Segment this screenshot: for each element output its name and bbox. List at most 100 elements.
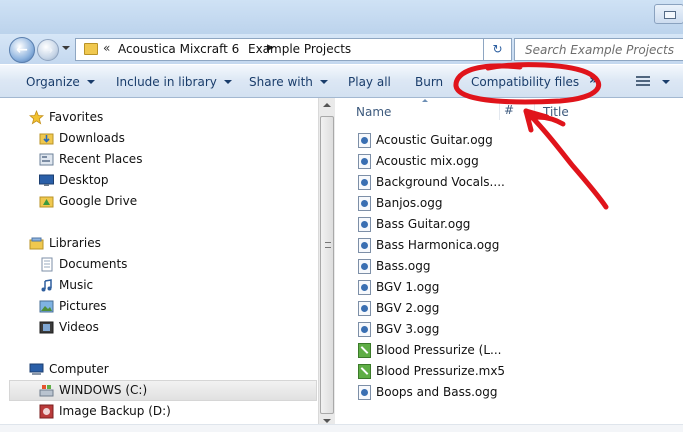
more-commands-button[interactable]: » xyxy=(589,72,598,88)
column-header-title[interactable]: Title xyxy=(543,105,569,119)
mixcraft-project-icon xyxy=(358,364,371,379)
scroll-up-icon[interactable] xyxy=(323,103,331,107)
search-box[interactable] xyxy=(514,38,683,61)
file-name: Bass Guitar.ogg xyxy=(376,217,471,231)
file-row[interactable]: BGV 3.ogg xyxy=(356,319,676,339)
share-with-menu[interactable]: Share with xyxy=(249,75,328,89)
forward-arrow-icon: → xyxy=(42,43,54,57)
scrollbar-thumb[interactable] xyxy=(320,116,334,414)
sidebar-item-pictures[interactable]: Pictures xyxy=(39,297,309,317)
scroll-down-icon[interactable] xyxy=(323,419,331,423)
audio-file-icon xyxy=(358,280,371,295)
sidebar-item-image-backup-d[interactable]: Image Backup (D:) xyxy=(39,402,309,422)
file-row[interactable]: Banjos.ogg xyxy=(356,193,676,213)
documents-icon xyxy=(41,257,53,272)
file-row[interactable]: Blood Pressurize.mx5 xyxy=(356,361,676,381)
breadcrumb-overflow[interactable]: « xyxy=(103,41,110,55)
view-options-dropdown[interactable] xyxy=(662,80,670,84)
tree-favorites[interactable]: Favorites xyxy=(29,108,309,128)
backup-drive-icon xyxy=(39,404,54,419)
column-divider[interactable] xyxy=(534,102,535,120)
organize-menu[interactable]: Organize xyxy=(26,75,95,89)
back-button[interactable]: ← xyxy=(9,37,35,63)
audio-file-icon xyxy=(358,385,371,400)
tree-libraries[interactable]: Libraries xyxy=(29,234,309,254)
change-view-icon[interactable] xyxy=(636,76,650,88)
audio-file-icon xyxy=(358,154,371,169)
music-icon xyxy=(41,279,52,292)
file-name: Acoustic Guitar.ogg xyxy=(376,133,493,147)
file-name: Blood Pressurize.mx5 xyxy=(376,364,506,378)
organize-label: Organize xyxy=(26,75,80,89)
sidebar-item-label: Image Backup (D:) xyxy=(59,404,171,418)
navigation-bar: ← → « Acoustica Mixcraft 6 ▶ Example Pro… xyxy=(0,34,683,64)
mixcraft-project-icon xyxy=(358,343,371,358)
file-row[interactable]: Bass.ogg xyxy=(356,256,676,276)
drive-icon xyxy=(39,385,54,397)
sidebar-item-label: Desktop xyxy=(59,173,109,187)
file-name: BGV 3.ogg xyxy=(376,322,440,336)
file-name: Boops and Bass.ogg xyxy=(376,385,498,399)
column-header-name[interactable]: Name xyxy=(356,105,391,119)
chevron-down-icon xyxy=(223,80,232,84)
include-in-library-menu[interactable]: Include in library xyxy=(116,75,232,89)
file-row[interactable]: BGV 2.ogg xyxy=(356,298,676,318)
tree-computer-label: Computer xyxy=(49,362,109,376)
details-pane-edge xyxy=(0,424,683,432)
sidebar-item-label: Documents xyxy=(59,257,128,271)
sidebar-item-google-drive[interactable]: Google Drive xyxy=(39,192,309,212)
audio-file-icon xyxy=(358,238,371,253)
videos-icon xyxy=(39,321,54,334)
maximize-button[interactable] xyxy=(654,4,683,24)
audio-file-icon xyxy=(358,133,371,148)
column-header-number[interactable]: # xyxy=(504,103,514,117)
sidebar-item-label: Pictures xyxy=(59,299,107,313)
search-input[interactable] xyxy=(515,39,683,60)
file-row[interactable]: Acoustic mix.ogg xyxy=(356,151,676,171)
compatibility-files-button[interactable]: Compatibility files xyxy=(471,75,579,89)
breadcrumb-acoustica-mixcraft[interactable]: Acoustica Mixcraft 6 xyxy=(118,42,239,56)
file-name: Acoustic mix.ogg xyxy=(376,154,479,168)
navigation-pane-scrollbar[interactable] xyxy=(318,98,335,432)
sidebar-item-recent-places[interactable]: Recent Places xyxy=(39,150,309,170)
sidebar-item-label: Google Drive xyxy=(59,194,138,208)
audio-file-icon xyxy=(358,175,371,190)
sidebar-item-windows-c[interactable]: WINDOWS (C:) xyxy=(9,380,317,401)
sidebar-item-label: Downloads xyxy=(59,131,125,145)
address-bar[interactable]: « Acoustica Mixcraft 6 ▶ Example Project… xyxy=(75,38,509,61)
recent-pages-dropdown[interactable] xyxy=(62,46,70,50)
star-icon xyxy=(29,110,44,125)
forward-button[interactable]: → xyxy=(37,39,59,61)
file-name: Bass.ogg xyxy=(376,259,431,273)
breadcrumb-example-projects[interactable]: Example Projects xyxy=(248,42,351,56)
back-arrow-icon: ← xyxy=(16,42,28,58)
tree-computer[interactable]: Computer xyxy=(29,360,309,380)
file-row[interactable]: Bass Guitar.ogg xyxy=(356,214,676,234)
file-row[interactable]: Boops and Bass.ogg xyxy=(356,382,676,402)
sidebar-item-videos[interactable]: Videos xyxy=(39,318,309,338)
play-all-button[interactable]: Play all xyxy=(348,75,391,89)
file-row[interactable]: Background Vocals.... xyxy=(356,172,676,192)
file-list: Name # Title Acoustic Guitar.ogg Acousti… xyxy=(336,98,683,432)
file-row[interactable]: Acoustic Guitar.ogg xyxy=(356,130,676,150)
scrollbar-grip-icon xyxy=(325,242,331,248)
tree-libraries-label: Libraries xyxy=(49,236,101,250)
file-name: Background Vocals.... xyxy=(376,175,505,189)
sidebar-item-label: Videos xyxy=(59,320,99,334)
tree-favorites-label: Favorites xyxy=(49,110,104,124)
file-row[interactable]: Bass Harmonica.ogg xyxy=(356,235,676,255)
refresh-button[interactable]: ↻ xyxy=(483,38,512,61)
file-row[interactable]: Blood Pressurize (L... xyxy=(356,340,676,360)
folder-icon xyxy=(84,43,98,55)
file-row[interactable]: BGV 1.ogg xyxy=(356,277,676,297)
column-divider[interactable] xyxy=(499,102,500,120)
google-drive-icon xyxy=(39,196,54,208)
navigation-pane: Favorites Downloads Recent Places Deskto… xyxy=(0,98,320,432)
sidebar-item-downloads[interactable]: Downloads xyxy=(39,129,309,149)
refresh-icon: ↻ xyxy=(492,42,503,56)
burn-button[interactable]: Burn xyxy=(415,75,443,89)
sidebar-item-desktop[interactable]: Desktop xyxy=(39,171,309,191)
sidebar-item-documents[interactable]: Documents xyxy=(39,255,309,275)
sidebar-item-music[interactable]: Music xyxy=(39,276,309,296)
file-name: Banjos.ogg xyxy=(376,196,443,210)
